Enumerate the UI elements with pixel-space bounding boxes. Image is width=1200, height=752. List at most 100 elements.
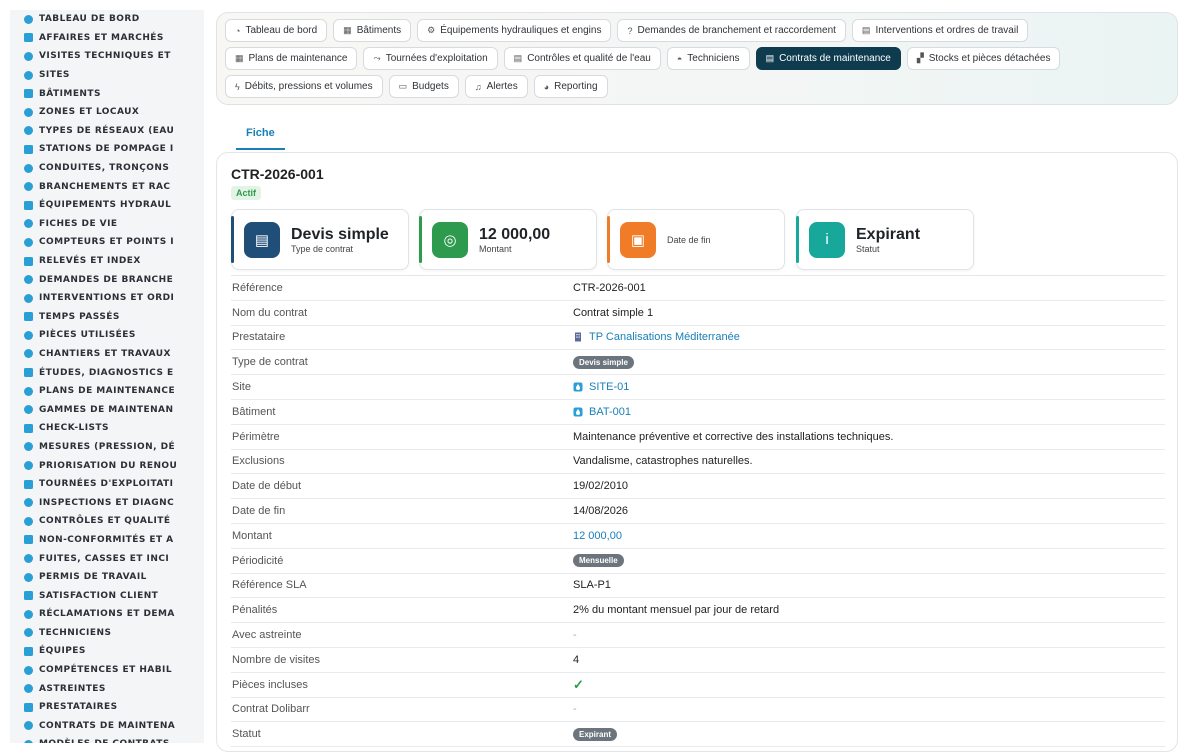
sidebar-item[interactable]: PIÈCES UTILISÉES	[10, 326, 204, 345]
sidebar-item[interactable]: TYPES DE RÉSEAUX (EAU	[10, 122, 204, 141]
status-badge: Actif	[231, 186, 261, 200]
nav-button[interactable]: ▭ Budgets	[388, 75, 459, 98]
nav-button[interactable]: ? Demandes de branchement et raccordement	[617, 19, 846, 42]
building-icon	[573, 332, 583, 342]
sidebar-item-label: PERMIS DE TRAVAIL	[39, 572, 147, 583]
field-label: Type de contrat	[232, 356, 308, 369]
checklist-icon	[24, 423, 33, 433]
sidebar-item[interactable]: MODÈLES DE CONTRATS	[10, 735, 204, 743]
nav-button-label: Contrats de maintenance	[779, 53, 891, 64]
list-check-icon	[24, 405, 33, 415]
grid-icon	[24, 144, 33, 154]
sidebar-item[interactable]: FICHES DE VIE	[10, 215, 204, 234]
sidebar-item[interactable]: CONDUITES, TRONÇONS	[10, 159, 204, 178]
sidebar-item[interactable]: CHECK-LISTS	[10, 419, 204, 438]
kpi-accent	[607, 216, 610, 263]
pin-icon	[24, 70, 33, 80]
sidebar-item[interactable]: ZONES ET LOCAUX	[10, 103, 204, 122]
calendar-icon	[24, 386, 33, 396]
sidebar-item[interactable]: ASTREINTES	[10, 679, 204, 698]
field-link-text[interactable]: TP Canalisations Méditerranée	[589, 331, 740, 343]
field-link-text[interactable]: SITE-01	[589, 381, 629, 393]
sidebar-item[interactable]: AFFAIRES ET MARCHÉS	[10, 29, 204, 48]
sidebar-item-label: TABLEAU DE BORD	[39, 14, 140, 25]
field-row: Référence SLA SLA-P1	[231, 574, 1165, 599]
sidebar-item[interactable]: STATIONS DE POMPAGE I	[10, 140, 204, 159]
sidebar: TABLEAU DE BORD AFFAIRES ET MARCHÉS VISITE…	[10, 10, 204, 743]
nav-button-label: Interventions et ordres de travail	[875, 25, 1019, 36]
sidebar-item[interactable]: NON-CONFORMITÉS ET A	[10, 531, 204, 550]
nav-button[interactable]: ⚙ Équipements hydrauliques et engins	[417, 19, 612, 42]
sidebar-item[interactable]: CONTRATS DE MAINTENA	[10, 717, 204, 736]
sidebar-item[interactable]: TECHNICIENS	[10, 624, 204, 643]
sidebar-item[interactable]: PERMIS DE TRAVAIL	[10, 568, 204, 587]
field-label: Date de début	[232, 480, 302, 493]
sidebar-item[interactable]: TABLEAU DE BORD	[10, 10, 204, 29]
field-value[interactable]: SITE-01	[573, 381, 629, 393]
field-value: Mensuelle	[573, 554, 624, 568]
sidebar-item[interactable]: ÉQUIPEMENTS HYDRAUL	[10, 196, 204, 215]
field-value: Expirant	[573, 727, 618, 741]
nav-button-label: Tableau de bord	[245, 25, 318, 36]
clipboard-icon	[24, 293, 33, 303]
sidebar-item-label: AFFAIRES ET MARCHÉS	[39, 32, 164, 43]
sidebar-item[interactable]: COMPTEURS ET POINTS I	[10, 233, 204, 252]
nav-button[interactable]: ◔ Tableau de bord	[225, 19, 328, 42]
nav-button[interactable]: ◕ Reporting	[533, 75, 608, 98]
sidebar-item-label: BRANCHEMENTS ET RAC	[39, 181, 171, 192]
sidebar-item[interactable]: INSPECTIONS ET DIAGNC	[10, 493, 204, 512]
building-icon: ▦	[343, 25, 352, 35]
field-row: Montant 12 000,00	[231, 524, 1165, 549]
sidebar-item[interactable]: VISITES TECHNIQUES ET	[10, 47, 204, 66]
sidebar-item[interactable]: SATISFACTION CLIENT	[10, 586, 204, 605]
sidebar-item-label: RÉCLAMATIONS ET DEMA	[39, 609, 175, 620]
sidebar-item-label: NON-CONFORMITÉS ET A	[39, 534, 174, 545]
sidebar-item[interactable]: BÂTIMENTS	[10, 84, 204, 103]
sidebar-item[interactable]: SITES	[10, 66, 204, 85]
nav-button[interactable]: ▦ Plans de maintenance	[225, 47, 358, 70]
sidebar-item[interactable]: CHANTIERS ET TRAVAUX	[10, 345, 204, 364]
nav-button[interactable]: ϟ Débits, pressions et volumes	[225, 75, 383, 98]
sidebar-item[interactable]: CONTRÔLES ET QUALITÉ	[10, 512, 204, 531]
sidebar-item[interactable]: COMPÉTENCES ET HABIL	[10, 661, 204, 680]
field-link-text[interactable]: BAT-001	[589, 406, 631, 418]
calendar-icon: ▦	[235, 53, 244, 63]
sidebar-item[interactable]: ÉQUIPES	[10, 642, 204, 661]
bolt-icon: ϟ	[235, 81, 240, 92]
sidebar-item[interactable]: FUITES, CASSES ET INCI	[10, 549, 204, 568]
field-value[interactable]: TP Canalisations Méditerranée	[573, 331, 740, 343]
nav-button[interactable]: ⤳ Tournées d'exploitation	[363, 47, 498, 70]
gears-icon	[24, 200, 33, 210]
kpi-accent	[231, 216, 234, 263]
sidebar-item[interactable]: TEMPS PASSÉS	[10, 308, 204, 327]
nav-button[interactable]: ▤ Contrôles et qualité de l'eau	[503, 47, 661, 70]
sidebar-item[interactable]: INTERVENTIONS ET ORDI	[10, 289, 204, 308]
sidebar-item[interactable]: GAMMES DE MAINTENAN	[10, 400, 204, 419]
gauge-icon	[24, 237, 33, 247]
sidebar-item[interactable]: MESURES (PRESSION, DÉ	[10, 438, 204, 457]
sidebar-item[interactable]: ÉTUDES, DIAGNOSTICS E	[10, 363, 204, 382]
sidebar-item[interactable]: RÉCLAMATIONS ET DEMA	[10, 605, 204, 624]
nav-button[interactable]: ▞ Stocks et pièces détachées	[906, 47, 1061, 70]
sidebar-item-label: BÂTIMENTS	[39, 88, 101, 99]
nav-button[interactable]: ▤ Interventions et ordres de travail	[851, 19, 1029, 42]
nav-button[interactable]: ▦ Bâtiments	[333, 19, 412, 42]
kpi-label: Montant	[479, 244, 512, 254]
sidebar-item[interactable]: DEMANDES DE BRANCHE	[10, 270, 204, 289]
nav-button[interactable]: ▤ Contrats de maintenance	[755, 47, 901, 70]
nav-button[interactable]: ◓ Techniciens	[666, 47, 750, 70]
sidebar-item[interactable]: BRANCHEMENTS ET RAC	[10, 177, 204, 196]
sidebar-item-label: ÉQUIPES	[39, 646, 86, 657]
sidebar-item[interactable]: PRESTATAIRES	[10, 698, 204, 717]
field-value[interactable]: BAT-001	[573, 406, 631, 418]
nav-button[interactable]: ♫ Alertes	[464, 75, 528, 98]
nav-button-label: Alertes	[486, 81, 518, 92]
sidebar-item[interactable]: PLANS DE MAINTENANCE	[10, 382, 204, 401]
field-value: 4	[573, 653, 580, 666]
sidebar-item[interactable]: RELEVÉS ET INDEX	[10, 252, 204, 271]
sidebar-item[interactable]: TOURNÉES D'EXPLOITATI	[10, 475, 204, 494]
tab-fiche[interactable]: Fiche	[236, 118, 285, 150]
field-row: Statut Expirant	[231, 722, 1165, 748]
sidebar-item-label: CONDUITES, TRONÇONS	[39, 163, 170, 174]
sidebar-item[interactable]: PRIORISATION DU RENOU	[10, 456, 204, 475]
